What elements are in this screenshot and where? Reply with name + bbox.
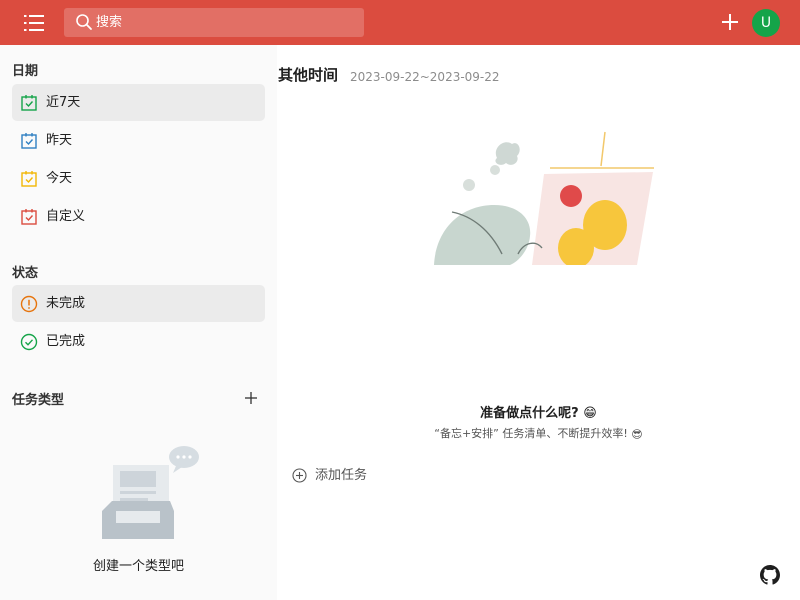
grinning-emoji-icon: 😁 <box>583 406 597 421</box>
sidebar-item-label: 自定义 <box>46 209 86 224</box>
github-icon[interactable] <box>760 565 780 585</box>
sidebar-item-today[interactable]: 今天 <box>12 160 265 197</box>
date-range: 2023-09-22~2023-09-22 <box>350 70 500 84</box>
sidebar-item-label: 近7天 <box>46 95 81 110</box>
section-title-status: 状态 <box>12 266 39 281</box>
search-box[interactable] <box>64 8 364 37</box>
empty-state-subtitle-text: “备忘+安排” 任务清单、不断提升效率! <box>434 427 628 440</box>
calendar-check-icon <box>21 95 37 111</box>
avatar[interactable]: U <box>752 9 780 37</box>
empty-state-subtitle: “备忘+安排” 任务清单、不断提升效率! 😎 <box>277 425 800 441</box>
sidebar-item-label: 昨天 <box>46 133 73 148</box>
sidebar-item-yesterday[interactable]: 昨天 <box>12 122 265 159</box>
section-title-task-types: 任务类型 <box>12 393 65 408</box>
sidebar-item-custom[interactable]: 自定义 <box>12 198 265 235</box>
add-task-label: 添加任务 <box>315 468 368 483</box>
sidebar-item-label: 今天 <box>46 171 73 186</box>
add-icon[interactable] <box>718 10 742 34</box>
top-bar: U <box>0 0 800 45</box>
sidebar-item-incomplete[interactable]: 未完成 <box>12 285 265 322</box>
sidebar: 日期 近7天 昨天 今天 自定义 状态 未完成 已完成 任务类型 创建一个类型吧 <box>0 45 277 600</box>
sidebar-item-label: 未完成 <box>46 296 86 311</box>
menu-icon[interactable] <box>22 12 46 34</box>
search-icon <box>76 14 92 30</box>
add-icon[interactable] <box>243 390 259 406</box>
empty-state-title-text: 准备做点什么呢? <box>480 406 579 421</box>
page-title: 其他时间 <box>278 66 339 84</box>
sidebar-item-completed[interactable]: 已完成 <box>12 323 265 360</box>
search-input[interactable] <box>96 8 358 37</box>
plus-circle-icon <box>292 468 307 483</box>
calendar-check-icon <box>21 209 37 225</box>
exclamation-circle-icon <box>20 295 38 313</box>
sidebar-item-last-7-days[interactable]: 近7天 <box>12 84 265 121</box>
empty-types-text: 创建一个类型吧 <box>92 559 184 574</box>
empty-tasks-illustration <box>434 131 654 265</box>
section-title-date: 日期 <box>12 64 39 79</box>
empty-state-title: 准备做点什么呢? 😁 <box>277 402 800 421</box>
sidebar-item-label: 已完成 <box>46 334 86 349</box>
calendar-check-icon <box>21 171 37 187</box>
main-panel: 其他时间 2023-09-22~2023-09-22 准备做点什么呢? 😁 “备… <box>277 45 800 600</box>
empty-inbox-illustration <box>102 446 199 539</box>
check-circle-icon <box>20 333 38 351</box>
calendar-check-icon <box>21 133 37 149</box>
sunglasses-emoji-icon: 😎 <box>631 427 643 441</box>
